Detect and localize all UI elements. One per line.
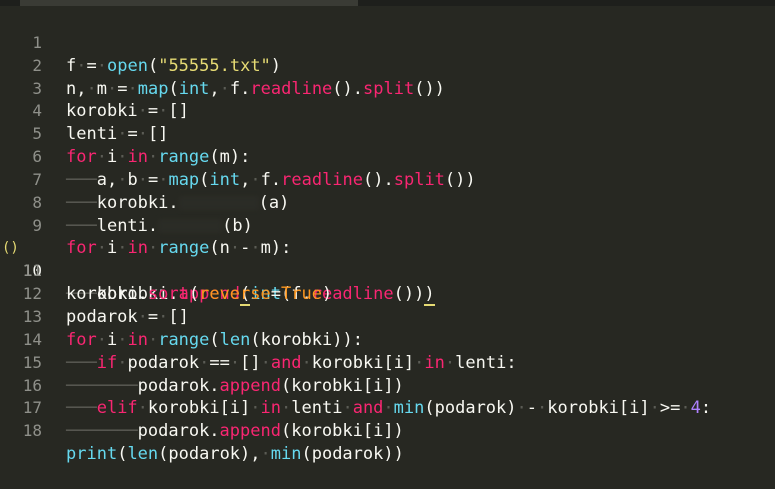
code-line-7[interactable]: 7 ───korobki. (a) xyxy=(0,146,775,213)
code-line-5[interactable]: 5 for·i·in·range(m): xyxy=(0,100,775,167)
code-line-11[interactable]: 11 korobki.sort(reverse=True) xyxy=(0,237,775,304)
code-line-1[interactable]: 1 f·=·open("55555.txt") xyxy=(0,9,775,76)
code-line-8[interactable]: 8 ───lenti. (b) xyxy=(0,169,775,236)
code-line-4[interactable]: 4 lenti·=·[] xyxy=(0,78,775,144)
code-line-15[interactable]: 15 ───────podarok.append(korobki[i]) xyxy=(0,329,775,396)
editor-tab[interactable] xyxy=(20,0,358,6)
code-line-16[interactable]: 16 ───elif·korobki[i]·in·lenti·and·min(p… xyxy=(0,352,775,419)
code-line-10[interactable]: () 10 ───korobki.append(int(f.readline()… xyxy=(0,215,775,307)
code-line-2[interactable]: 2 n,·m·=·map(int,·f.readline().split()) xyxy=(0,32,775,99)
line-number: 18 xyxy=(22,421,42,441)
code-line-9[interactable]: 9 for·i·in·range(n·-·m): xyxy=(0,192,775,259)
code-line-6[interactable]: 6 ───a,·b·=·map(int,·f.readline().split(… xyxy=(0,123,775,190)
code-line-17[interactable]: 17 ───────podarok.append(korobki[i]) xyxy=(0,375,775,441)
code-line-3[interactable]: 3 korobki·=·[] xyxy=(0,55,775,122)
editor-tab-bar xyxy=(0,0,775,6)
code-line-18[interactable]: 18 print(len(podarok),·min(podarok)) xyxy=(0,397,775,464)
code-line-13[interactable]: 13 for·i·in·range(len(korobki)): xyxy=(0,283,775,350)
code-line-12[interactable]: 12 podarok·=·[] xyxy=(0,260,775,327)
code-editor[interactable]: 1 f·=·open("55555.txt") 2 n,·m·=·map(int… xyxy=(0,9,775,464)
code-line-14[interactable]: 14 ───if·podarok·==·[]·and·korobki[i]·in… xyxy=(0,306,775,373)
